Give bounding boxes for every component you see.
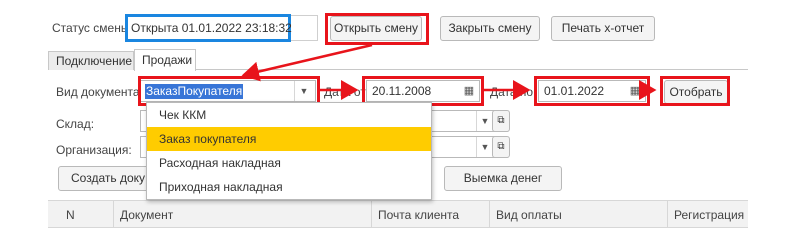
date-to-label: Дата по: [490,85,537,99]
date-to-annotation-box [534,76,650,106]
cash-withdrawal-button[interactable]: Выемка денег [444,166,562,191]
dropdown-option-customer-order[interactable]: Заказ покупателя [147,127,431,151]
doc-type-label: Вид документа: [56,85,143,99]
shift-status-label: Статус смены: [52,21,133,35]
org-open-button[interactable]: ⧉ [492,136,510,158]
org-label: Организация: [56,143,132,157]
dropdown-option-receipt[interactable]: Чек ККМ [147,103,431,127]
tab-sales[interactable]: Продажи [134,49,196,71]
chevron-down-icon[interactable]: ▼ [476,137,493,157]
tab-connection[interactable]: Подключение [48,51,134,70]
warehouse-open-button[interactable]: ⧉ [492,110,510,132]
shift-status-value: Открыта 01.01.2022 23:18:32 [131,21,292,35]
open-window-icon: ⧉ [497,115,505,126]
tab-sales-label: Продажи [142,53,193,67]
dropdown-option-purchase-invoice[interactable]: Приходная накладная [147,175,431,199]
column-number[interactable]: N [48,201,114,227]
documents-table-header: N Документ Почта клиента Вид оплаты Реги… [48,200,748,228]
x-report-button[interactable]: Печать х-отчет [551,16,655,41]
doc-type-dropdown: Чек ККМ Заказ покупателя Расходная накла… [146,102,432,200]
open-shift-button[interactable]: Открыть смену [330,16,422,41]
column-payment-type[interactable]: Вид оплаты [490,201,668,227]
close-shift-button[interactable]: Закрыть смену [440,16,540,41]
column-client-email[interactable]: Почта клиента [372,201,490,227]
shift-status-field: Открыта 01.01.2022 23:18:32 [125,14,318,42]
dropdown-option-sales-invoice[interactable]: Расходная накладная [147,151,431,175]
create-document-button[interactable]: Создать доку [58,166,158,191]
arrow-to-doc-type [241,43,373,82]
column-document[interactable]: Документ [114,201,372,227]
open-window-icon: ⧉ [497,141,505,152]
chevron-down-icon[interactable]: ▼ [476,111,493,131]
tab-connection-label: Подключение [56,54,133,68]
select-annotation-box [660,76,730,106]
column-registration[interactable]: Регистрация [668,201,748,227]
warehouse-label: Склад: [56,117,95,131]
